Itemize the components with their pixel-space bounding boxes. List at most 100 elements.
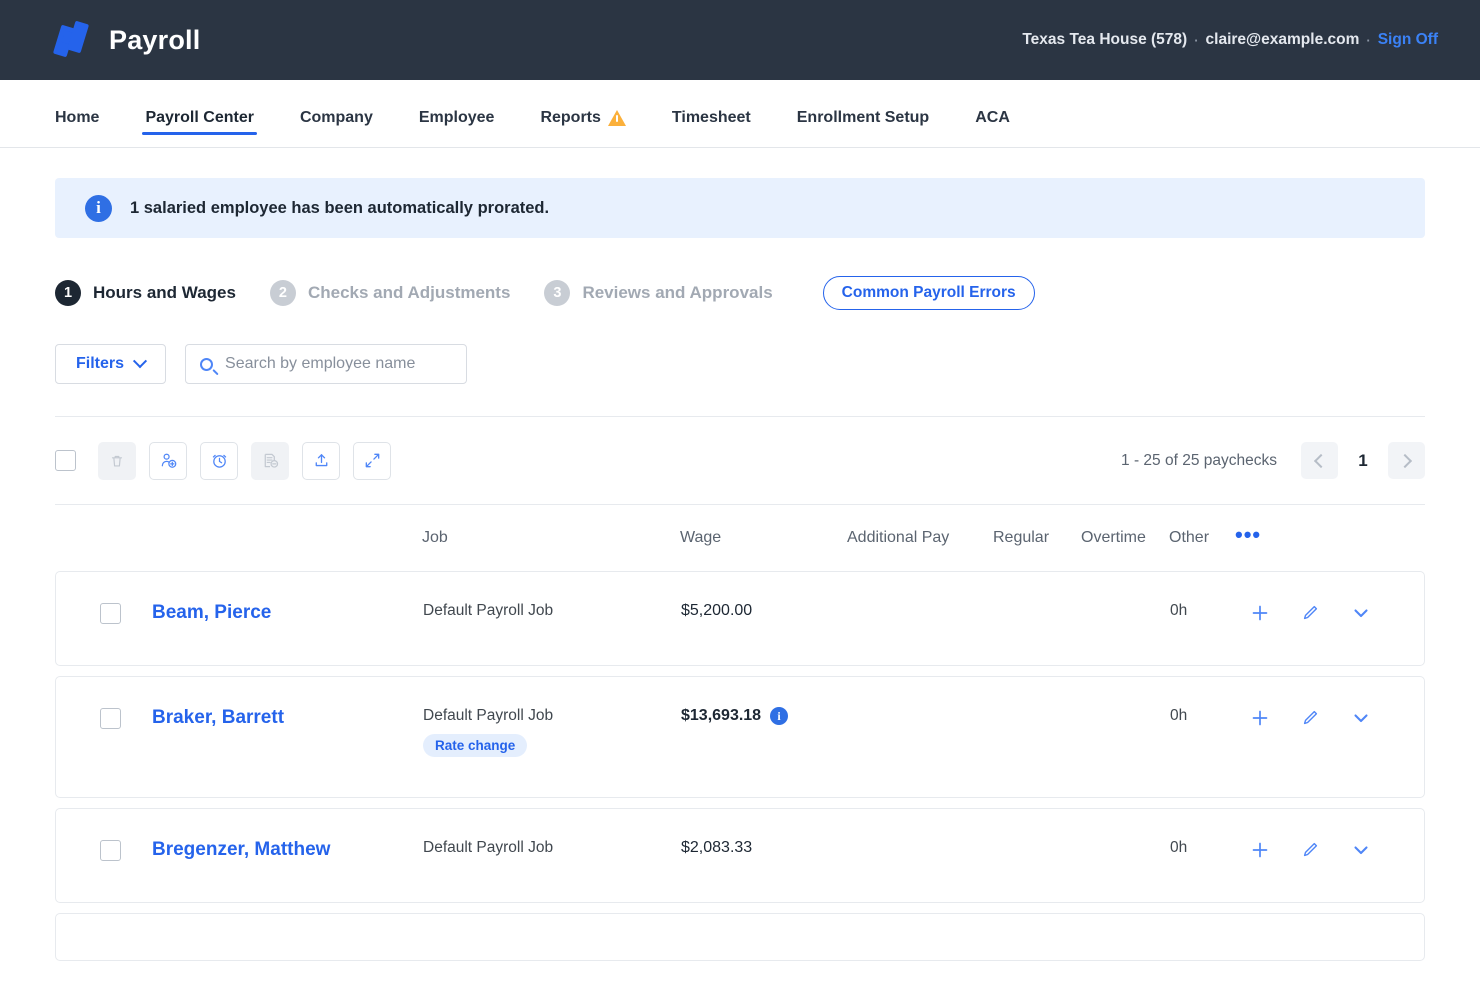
row-checkbox[interactable]	[100, 840, 121, 861]
more-options-icon[interactable]: •••	[1235, 522, 1261, 547]
user-email: claire@example.com	[1206, 31, 1360, 49]
current-page-number[interactable]: 1	[1354, 451, 1372, 471]
step-label: Reviews and Approvals	[582, 283, 772, 303]
pencil-icon[interactable]	[1300, 708, 1320, 728]
nav-tab-employee[interactable]: Employee	[396, 80, 518, 147]
row-other-cell: 0h	[1170, 602, 1236, 620]
warning-triangle-icon	[608, 110, 626, 126]
expand-button[interactable]	[353, 442, 391, 480]
plus-icon[interactable]	[1250, 708, 1270, 728]
remove-document-button[interactable]	[251, 442, 289, 480]
payroll-steps: 1 Hours and Wages 2 Checks and Adjustmen…	[55, 276, 1425, 310]
job-label: Default Payroll Job	[423, 707, 681, 725]
action-toolbar: 1 - 25 of 25 paychecks 1	[55, 417, 1425, 505]
chevron-down-icon[interactable]	[1350, 602, 1372, 624]
column-header-overtime: Overtime	[1081, 529, 1169, 547]
nav-tab-enrollment-setup[interactable]: Enrollment Setup	[774, 80, 952, 147]
step-label: Checks and Adjustments	[308, 283, 510, 303]
row-name-cell: Beam, Pierce	[56, 602, 423, 624]
row-checkbox[interactable]	[100, 708, 121, 729]
paycheck-rows: Beam, Pierce Default Payroll Job $5,200.…	[55, 571, 1425, 961]
info-circle-icon: i	[85, 195, 112, 222]
sign-off-link[interactable]: Sign Off	[1378, 31, 1438, 49]
step-hours-and-wages[interactable]: 1 Hours and Wages	[55, 280, 236, 306]
job-label: Default Payroll Job	[423, 839, 681, 857]
separator-dot-2: ·	[1366, 33, 1370, 48]
wage-info-icon[interactable]: i	[770, 707, 788, 725]
row-checkbox[interactable]	[100, 603, 121, 624]
column-header-other: Other	[1169, 529, 1235, 547]
employee-name-link[interactable]: Bregenzer, Matthew	[152, 839, 330, 861]
upload-icon	[312, 451, 331, 470]
column-header-actions: •••	[1235, 529, 1425, 547]
add-person-button[interactable]	[149, 442, 187, 480]
row-actions	[1236, 707, 1424, 729]
row-actions	[1236, 839, 1424, 861]
toolbar-actions	[55, 442, 391, 480]
filter-row: Filters	[55, 344, 1425, 417]
filters-button[interactable]: Filters	[55, 344, 166, 384]
plus-icon[interactable]	[1250, 603, 1270, 623]
upload-button[interactable]	[302, 442, 340, 480]
table-column-headers: Job Wage Additional Pay Regular Overtime…	[55, 505, 1425, 571]
nav-tab-company[interactable]: Company	[277, 80, 396, 147]
employee-name-link[interactable]: Beam, Pierce	[152, 602, 271, 624]
step-number: 2	[270, 280, 296, 306]
nav-tab-home[interactable]: Home	[55, 80, 122, 147]
nav-tab-reports[interactable]: Reports	[517, 80, 648, 147]
step-checks-and-adjustments[interactable]: 2 Checks and Adjustments	[270, 280, 510, 306]
common-payroll-errors-button[interactable]: Common Payroll Errors	[823, 276, 1035, 310]
time-clock-button[interactable]	[200, 442, 238, 480]
pagination: 1 - 25 of 25 paychecks 1	[1121, 442, 1425, 479]
row-other-cell: 0h	[1170, 839, 1236, 857]
table-row[interactable]: Braker, Barrett Default Payroll Job Rate…	[55, 676, 1425, 798]
alarm-clock-icon	[210, 451, 229, 470]
separator-dot: ·	[1194, 33, 1198, 48]
prev-page-button[interactable]	[1301, 442, 1338, 479]
banner-text: 1 salaried employee has been automatical…	[130, 199, 549, 218]
select-all-checkbox[interactable]	[55, 450, 76, 471]
chevron-down-icon	[133, 354, 147, 368]
nav-tab-label: Enrollment Setup	[797, 109, 929, 127]
search-box[interactable]	[185, 344, 467, 384]
column-header-additional-pay: Additional Pay	[847, 529, 993, 547]
app-title: Payroll	[109, 25, 200, 56]
row-job-cell: Default Payroll Job Rate change	[423, 707, 681, 757]
chevron-down-icon[interactable]	[1350, 707, 1372, 729]
pagination-summary: 1 - 25 of 25 paychecks	[1121, 452, 1277, 470]
expand-icon	[363, 451, 382, 470]
nav-tab-label: Employee	[419, 109, 495, 127]
step-number: 1	[55, 280, 81, 306]
chevron-down-icon[interactable]	[1350, 839, 1372, 861]
step-reviews-and-approvals[interactable]: 3 Reviews and Approvals	[544, 280, 772, 306]
row-wage-cell: $13,693.18 i	[681, 707, 848, 725]
column-header-wage: Wage	[680, 529, 847, 547]
column-header-regular: Regular	[993, 529, 1081, 547]
pencil-icon[interactable]	[1300, 840, 1320, 860]
plus-icon[interactable]	[1250, 840, 1270, 860]
row-job-cell: Default Payroll Job	[423, 602, 681, 620]
nav-tab-timesheet[interactable]: Timesheet	[649, 80, 774, 147]
top-header-bar: Payroll Texas Tea House (578) · claire@e…	[0, 0, 1480, 80]
table-row[interactable]: Bregenzer, Matthew Default Payroll Job $…	[55, 808, 1425, 903]
add-person-icon	[159, 451, 178, 470]
employee-name-link[interactable]: Braker, Barrett	[152, 707, 284, 729]
delete-button[interactable]	[98, 442, 136, 480]
nav-tab-label: Payroll Center	[145, 109, 253, 127]
search-input[interactable]	[225, 355, 452, 373]
table-row[interactable]: Beam, Pierce Default Payroll Job $5,200.…	[55, 571, 1425, 666]
nav-tab-payroll-center[interactable]: Payroll Center	[122, 80, 276, 147]
pencil-icon[interactable]	[1300, 603, 1320, 623]
table-row[interactable]	[55, 913, 1425, 961]
company-name: Texas Tea House (578)	[1022, 31, 1187, 49]
row-wage-cell: $2,083.33	[681, 839, 848, 857]
nav-tab-aca[interactable]: ACA	[952, 80, 1033, 147]
chevron-left-icon	[1314, 453, 1328, 467]
nav-tab-label: Home	[55, 109, 99, 127]
trash-icon	[108, 452, 126, 470]
brand: Payroll	[55, 20, 200, 60]
row-wage-cell: $5,200.00	[681, 602, 848, 620]
next-page-button[interactable]	[1388, 442, 1425, 479]
step-number: 3	[544, 280, 570, 306]
row-actions	[1236, 602, 1424, 624]
